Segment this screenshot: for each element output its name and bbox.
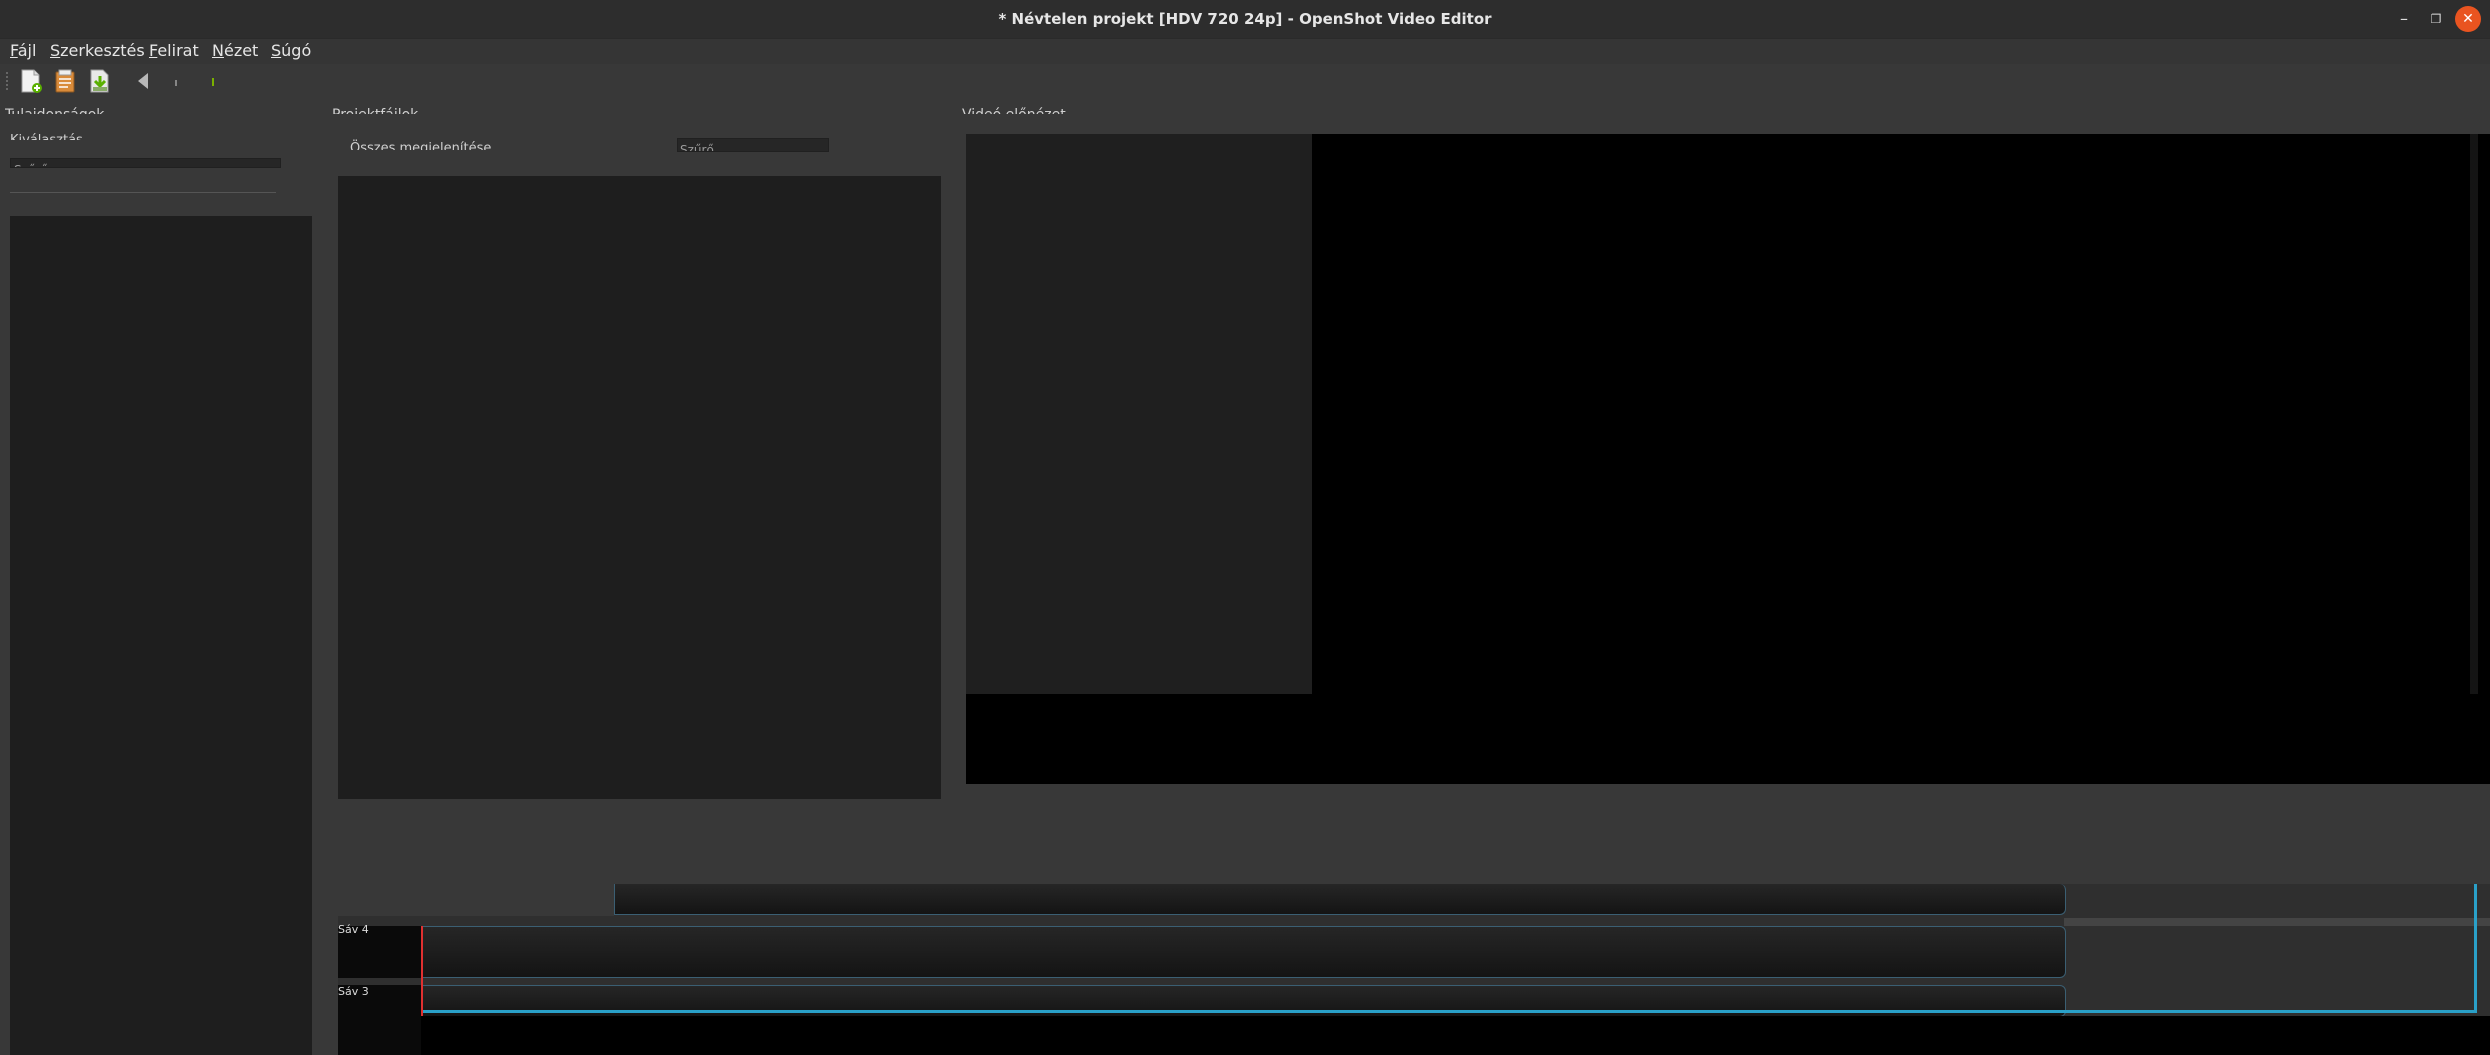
track-label: Sáv 4 bbox=[338, 923, 369, 934]
undo-icon[interactable] bbox=[130, 68, 156, 94]
project-files-panel[interactable] bbox=[338, 176, 941, 799]
video-preview-dock-title: Videó előnézet bbox=[962, 104, 1162, 114]
minimize-icon: – bbox=[2400, 9, 2408, 28]
properties-panel[interactable] bbox=[10, 216, 312, 1055]
window-title: * Névtelen projekt [HDV 720 24p] - OpenS… bbox=[998, 10, 1492, 28]
restore-icon: ❐ bbox=[2430, 12, 2442, 26]
video-preview-overlay-panel bbox=[966, 134, 1312, 694]
properties-selection-label: Kiválasztás bbox=[10, 130, 210, 140]
track-label: Sáv 3 bbox=[338, 985, 369, 996]
timeline-header-spacer bbox=[338, 884, 614, 916]
timeline-empty-area[interactable] bbox=[421, 1016, 2490, 1055]
save-project-icon[interactable] bbox=[87, 68, 113, 94]
properties-divider bbox=[10, 192, 276, 193]
playhead[interactable] bbox=[421, 926, 423, 1016]
timeline-selection-line bbox=[421, 1010, 2477, 1013]
menu-edit[interactable]: Szerkesztés bbox=[50, 38, 145, 64]
video-preview-scrollbar[interactable] bbox=[2470, 134, 2478, 694]
properties-filter-input[interactable]: Szűrő bbox=[10, 158, 281, 168]
minimize-button[interactable]: – bbox=[2391, 6, 2417, 32]
new-project-icon[interactable] bbox=[18, 68, 44, 94]
menu-title[interactable]: Felirat bbox=[149, 38, 199, 64]
properties-dock-title: Tulajdonságok bbox=[5, 104, 205, 114]
main-toolbar bbox=[0, 64, 2490, 100]
menu-view[interactable]: Nézet bbox=[212, 38, 258, 64]
redo-icon[interactable] bbox=[164, 68, 190, 94]
project-files-show-all-tab[interactable]: Összes megjelenítése bbox=[350, 138, 550, 150]
open-project-icon[interactable] bbox=[52, 68, 78, 94]
timeline-ruler-track[interactable] bbox=[614, 884, 2066, 915]
project-files-dock-title: Projektfájlok bbox=[332, 104, 532, 114]
menu-file[interactable]: Fájl bbox=[10, 38, 36, 64]
close-button[interactable]: ✕ bbox=[2455, 6, 2481, 32]
timeline-horizontal-scrollbar[interactable] bbox=[2064, 918, 2490, 926]
track-row[interactable] bbox=[421, 926, 2066, 978]
close-icon: ✕ bbox=[2462, 11, 2474, 27]
timeline-selection-edge bbox=[2474, 884, 2477, 1013]
restore-button[interactable]: ❐ bbox=[2423, 6, 2449, 32]
project-files-filter-input[interactable]: Szűrő bbox=[677, 138, 829, 152]
toolbar-grip[interactable] bbox=[6, 72, 11, 90]
menu-help[interactable]: Súgó bbox=[271, 38, 311, 64]
export-icon[interactable] bbox=[200, 68, 226, 94]
menu-bar bbox=[0, 38, 2490, 65]
